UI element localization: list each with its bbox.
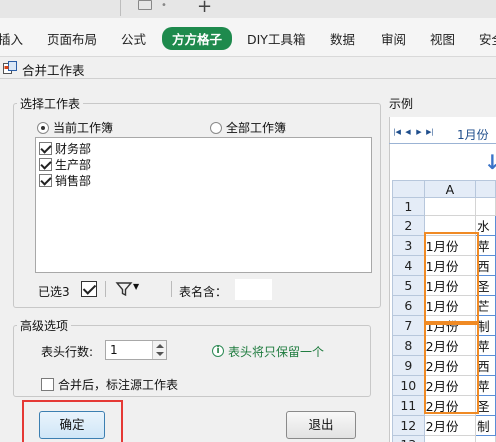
sheet-name-filter-label: 表名含：	[179, 285, 228, 299]
first-sheet-icon[interactable]: |◀	[392, 126, 402, 138]
check-all-icon[interactable]	[81, 281, 97, 297]
mark-source-checkbox[interactable]	[41, 378, 54, 391]
cell-month	[423, 197, 477, 216]
ribbon-menu-bar: 插入 页面布局 公式方方格子 DIY工具箱 数据 审阅 视图 安全	[0, 18, 496, 57]
example-sheet-tab: 1月份	[457, 128, 489, 142]
month-1-highlight	[424, 232, 479, 323]
column-header-a: A	[423, 180, 477, 198]
sheet-navigation[interactable]: |◀ ◀ ▶ ▶|	[392, 126, 435, 138]
row-number: 3	[392, 235, 425, 256]
row-number: 12	[392, 415, 425, 436]
ok-button-highlight-frame	[22, 400, 123, 442]
cell-month	[423, 435, 477, 442]
header-rows-stepper[interactable]: 1	[105, 340, 167, 360]
merge-sheets-app-icon	[3, 61, 17, 74]
ribbon-tab[interactable]: 页面布局	[47, 29, 97, 48]
ribbon-tab[interactable]: 数据	[330, 29, 355, 48]
list-item[interactable]: 生产部	[39, 156, 91, 173]
list-item[interactable]: 销售部	[39, 172, 91, 189]
sheet-name-filter-input[interactable]	[235, 279, 272, 300]
radio-all-workbooks-label: 全部工作簿	[226, 121, 287, 135]
row-number: 2	[392, 215, 425, 236]
row-number: 9	[392, 355, 425, 376]
new-tab-plus-icon[interactable]: +	[197, 0, 212, 17]
table-row: 13	[392, 435, 496, 442]
sheet-checkbox[interactable]	[39, 158, 52, 171]
browser-tab-strip: • +	[0, 0, 496, 18]
sheet-name: 生产部	[55, 158, 92, 172]
table-row: 1	[392, 197, 496, 216]
row-number: 7	[392, 315, 425, 336]
cell-item	[475, 197, 496, 216]
radio-current-workbook-dot[interactable]	[37, 121, 49, 134]
table-row: 12 2月份制	[392, 415, 496, 436]
row-number: 8	[392, 335, 425, 356]
dialog-title: 合并工作表	[22, 63, 85, 78]
row-number: 5	[392, 275, 425, 296]
dot-icon: •	[161, 0, 167, 11]
advanced-options-group-label: 高级选项	[17, 317, 72, 334]
arrow-down-icon: ↓	[484, 150, 496, 174]
selected-count: 已选3	[38, 285, 70, 299]
sheet-tab-underline	[389, 143, 496, 144]
sheet-checkbox[interactable]	[39, 174, 52, 187]
header-rows-value[interactable]: 1	[110, 343, 118, 357]
stepper-down-icon[interactable]	[156, 352, 164, 356]
ribbon-tab[interactable]: 方方格子	[162, 27, 233, 50]
radio-current-workbook[interactable]: 当前工作簿	[37, 119, 113, 136]
row-number: 11	[392, 395, 425, 416]
sheet-listbox[interactable]: 财务部 生产部 销售部	[35, 137, 372, 273]
header-rows-label: 表头行数:	[41, 345, 94, 359]
ribbon-tab[interactable]: 公式	[121, 29, 146, 48]
select-sheets-group-label: 选择工作表	[17, 95, 84, 112]
row-number: 4	[392, 255, 425, 276]
grid-corner	[392, 180, 425, 198]
sheet-checkbox[interactable]	[39, 142, 52, 155]
divider	[171, 281, 172, 297]
ribbon-tab[interactable]: 安全	[479, 29, 496, 48]
filter-icon[interactable]	[115, 280, 133, 298]
row-number: 6	[392, 295, 425, 316]
cell-item	[475, 435, 496, 442]
stepper-buttons[interactable]	[152, 341, 166, 359]
example-label: 示例	[389, 97, 414, 111]
chevron-down-icon[interactable]: ▼	[133, 282, 139, 291]
mark-source-label: 合并后，标注源工作表	[58, 378, 179, 392]
dialog-titlebar: 合并工作表	[0, 57, 496, 79]
list-item[interactable]: 财务部	[39, 140, 91, 157]
column-header-b	[475, 180, 496, 198]
last-sheet-icon[interactable]: ▶|	[425, 126, 435, 138]
stepper-up-icon[interactable]	[156, 344, 164, 348]
sheet-name: 销售部	[55, 174, 92, 188]
cell-month: 2月份	[423, 415, 477, 436]
sheet-list-toolbar: 已选3 ▼ 表名含：	[35, 279, 372, 301]
row-number: 1	[392, 197, 425, 216]
row-number: 13	[392, 435, 425, 442]
divider	[105, 281, 106, 297]
prev-sheet-icon[interactable]: ◀	[403, 126, 413, 138]
info-icon: i	[212, 345, 224, 357]
exit-button[interactable]: 退出	[286, 411, 356, 439]
row-number: 10	[392, 375, 425, 396]
ribbon-tab[interactable]: DIY工具箱	[247, 29, 305, 48]
mark-source-checkbox-row[interactable]: 合并后，标注源工作表	[41, 376, 178, 393]
month-2-highlight	[424, 323, 479, 414]
cell-item: 制	[475, 415, 496, 436]
radio-all-workbooks-dot[interactable]	[210, 121, 222, 134]
ribbon-tab[interactable]: 视图	[430, 29, 455, 48]
next-sheet-icon[interactable]: ▶	[414, 126, 424, 138]
radio-current-workbook-label: 当前工作簿	[53, 121, 114, 135]
ribbon-tab[interactable]: 审阅	[381, 29, 406, 48]
tab-separator	[120, 0, 121, 16]
sheet-name: 财务部	[55, 142, 92, 156]
header-info-text: 表头将只保留一个	[228, 345, 325, 359]
ribbon-tab[interactable]: 插入	[0, 29, 23, 48]
monitor-icon[interactable]	[138, 0, 152, 10]
radio-all-workbooks[interactable]: 全部工作簿	[210, 119, 286, 136]
